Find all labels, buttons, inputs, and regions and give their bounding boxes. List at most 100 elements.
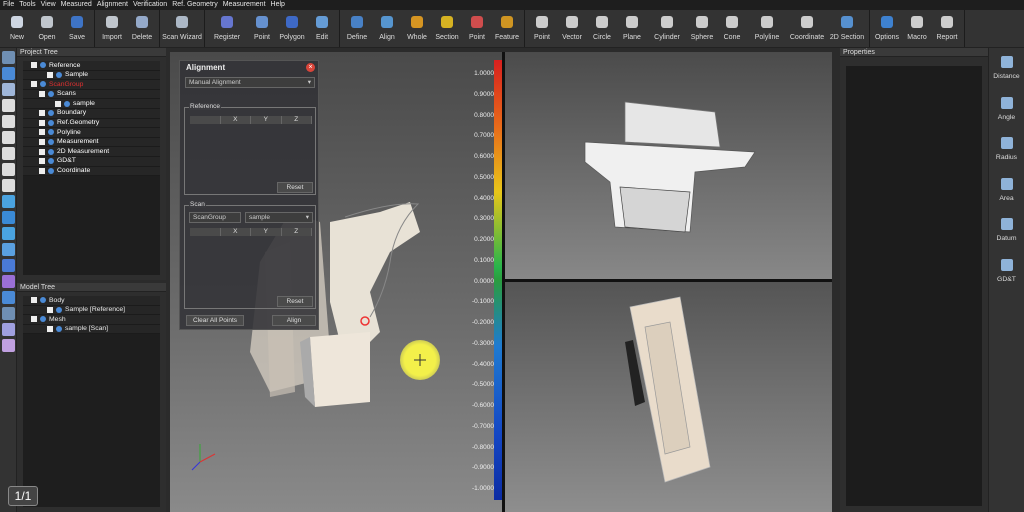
side-tool-icon[interactable]	[2, 99, 15, 112]
toolbar-button-vector[interactable]: Vector	[557, 10, 587, 47]
clear-all-points-button[interactable]: Clear All Points	[186, 315, 244, 326]
side-tool-icon[interactable]	[2, 195, 15, 208]
visibility-checkbox[interactable]	[39, 139, 45, 146]
toolbar-button-cylinder[interactable]: Cylinder	[647, 10, 687, 47]
side-tool-icon[interactable]	[2, 339, 15, 352]
side-tool-icon[interactable]	[2, 211, 15, 224]
side-tool-icon[interactable]	[2, 163, 15, 176]
tool-area-button[interactable]: Area	[989, 170, 1024, 211]
visibility-checkbox[interactable]	[39, 158, 45, 165]
toolbar-button-import[interactable]: Import	[97, 10, 127, 47]
menu-item-measurement[interactable]: Measurement	[223, 0, 266, 10]
visibility-checkbox[interactable]	[31, 297, 37, 304]
scan-select[interactable]: sample ▾	[245, 212, 313, 223]
menu-item-file[interactable]: File	[3, 0, 14, 10]
visibility-checkbox[interactable]	[39, 110, 45, 117]
visibility-checkbox[interactable]	[39, 119, 45, 126]
scan-reset-button[interactable]: Reset	[277, 296, 313, 307]
toolbar-button-new[interactable]: New	[2, 10, 32, 47]
toolbar-button-sphere[interactable]: Sphere	[687, 10, 717, 47]
menu-item-view[interactable]: View	[41, 0, 56, 10]
toolbar-button-edit[interactable]: Edit	[307, 10, 337, 47]
menu-item-help[interactable]: Help	[271, 0, 285, 10]
toolbar-button-point[interactable]: Point	[247, 10, 277, 47]
tree-row[interactable]: Sample [Reference]	[23, 305, 160, 316]
side-tool-icon[interactable]	[2, 67, 15, 80]
visibility-checkbox[interactable]	[39, 129, 45, 136]
side-tool-icon[interactable]	[2, 323, 15, 336]
align-button[interactable]: Align	[272, 315, 316, 326]
side-tool-icon[interactable]	[2, 51, 15, 64]
toolbar-button-open[interactable]: Open	[32, 10, 62, 47]
tool-datum-button[interactable]: Datum	[989, 210, 1024, 251]
toolbar-button-register[interactable]: Register	[207, 10, 247, 47]
toolbar-button-cone[interactable]: Cone	[717, 10, 747, 47]
side-tool-icon[interactable]	[2, 259, 15, 272]
side-tool-icon[interactable]	[2, 147, 15, 160]
visibility-checkbox[interactable]	[39, 91, 45, 98]
tree-row[interactable]: GD&T	[23, 156, 160, 167]
toolbar-button-point[interactable]: Point	[527, 10, 557, 47]
side-tool-icon[interactable]	[2, 227, 15, 240]
tree-row[interactable]: ScanGroup	[23, 80, 160, 90]
tree-row[interactable]: Reference	[23, 61, 160, 71]
toolbar-button-feature[interactable]: Feature	[492, 10, 522, 47]
menu-item-verification[interactable]: Verification	[133, 0, 167, 10]
visibility-checkbox[interactable]	[39, 148, 45, 155]
side-tool-icon[interactable]	[2, 275, 15, 288]
toolbar-button-circle[interactable]: Circle	[587, 10, 617, 47]
menu-item-tools[interactable]: Tools	[19, 0, 35, 10]
tree-row[interactable]: sample	[23, 99, 160, 109]
tree-row[interactable]: sample [Scan]	[23, 324, 160, 335]
menu-item-measured[interactable]: Measured	[61, 0, 92, 10]
toolbar-button-section[interactable]: Section	[432, 10, 462, 47]
dialog-close-button[interactable]: ×	[306, 63, 315, 72]
tree-row[interactable]: Sample	[23, 70, 160, 81]
side-tool-icon[interactable]	[2, 131, 15, 144]
toolbar-button-scan-wizard[interactable]: Scan Wizard	[162, 10, 202, 47]
visibility-checkbox[interactable]	[47, 326, 53, 333]
side-tool-icon[interactable]	[2, 83, 15, 96]
toolbar-button-options[interactable]: Options	[872, 10, 902, 47]
menu-item-alignment[interactable]: Alignment	[97, 0, 128, 10]
color-scale-label: 0.4000	[474, 194, 494, 202]
tree-row[interactable]: 2D Measurement	[23, 147, 160, 157]
menu-item-ref-geometry[interactable]: Ref. Geometry	[172, 0, 218, 10]
visibility-checkbox[interactable]	[55, 100, 61, 107]
side-tool-icon[interactable]	[2, 291, 15, 304]
reference-viewport[interactable]	[505, 52, 832, 280]
toolbar-button-macro[interactable]: Macro	[902, 10, 932, 47]
visibility-checkbox[interactable]	[39, 167, 45, 174]
toolbar-button-point[interactable]: Point	[462, 10, 492, 47]
toolbar-button-align[interactable]: Align	[372, 10, 402, 47]
tool-distance-button[interactable]: Distance	[989, 48, 1024, 89]
scan-group-select[interactable]: ScanGroup	[189, 212, 241, 223]
visibility-checkbox[interactable]	[47, 306, 53, 313]
toolbar-button-define[interactable]: Define	[342, 10, 372, 47]
tool-angle-button[interactable]: Angle	[989, 89, 1024, 130]
visibility-checkbox[interactable]	[47, 71, 53, 78]
side-tool-icon[interactable]	[2, 115, 15, 128]
side-tool-icon[interactable]	[2, 179, 15, 192]
alignment-mode-select[interactable]: Manual Alignment ▾	[185, 77, 315, 88]
toolbar-button-plane[interactable]: Plane	[617, 10, 647, 47]
toolbar-button-whole[interactable]: Whole	[402, 10, 432, 47]
toolbar-button-polygon[interactable]: Polygon	[277, 10, 307, 47]
tree-row[interactable]: Ref.Geometry	[23, 118, 160, 129]
toolbar-button-2d-section[interactable]: 2D Section	[827, 10, 867, 47]
visibility-checkbox[interactable]	[31, 316, 37, 323]
toolbar-button-coordinate[interactable]: Coordinate	[787, 10, 827, 47]
scan-viewport[interactable]	[505, 282, 832, 512]
toolbar-button-report[interactable]: Report	[932, 10, 962, 47]
visibility-checkbox[interactable]	[31, 81, 37, 88]
tool-radius-button[interactable]: Radius	[989, 129, 1024, 170]
reference-reset-button[interactable]: Reset	[277, 182, 313, 193]
side-tool-icon[interactable]	[2, 307, 15, 320]
toolbar-button-delete[interactable]: Delete	[127, 10, 157, 47]
side-tool-icon[interactable]	[2, 243, 15, 256]
visibility-checkbox[interactable]	[31, 62, 37, 69]
tool-gd-t-button[interactable]: GD&T	[989, 251, 1024, 292]
tree-row[interactable]: Coordinate	[23, 166, 160, 177]
toolbar-button-save[interactable]: Save	[62, 10, 92, 47]
toolbar-button-polyline[interactable]: Polyline	[747, 10, 787, 47]
